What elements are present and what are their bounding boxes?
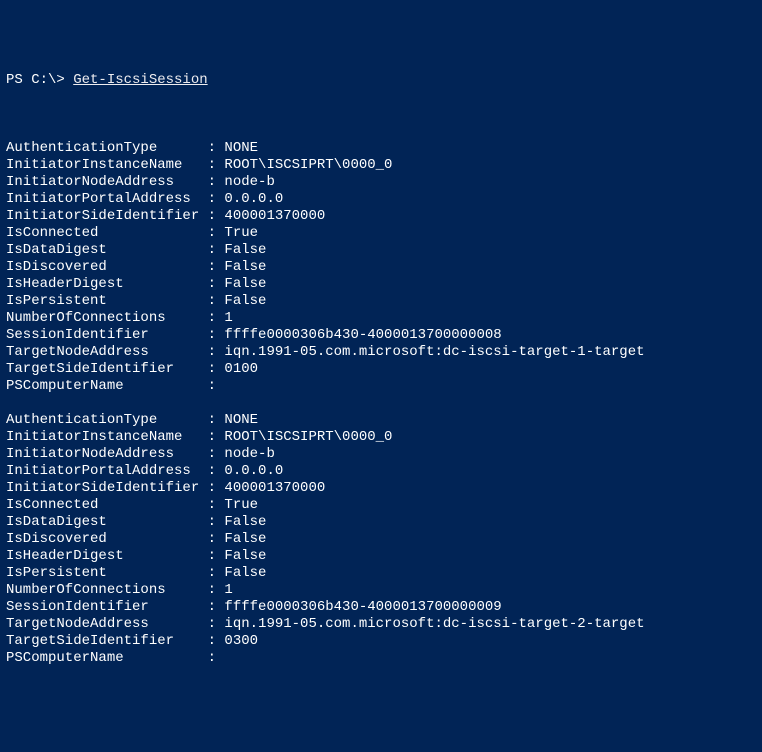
prompt-line[interactable]: PS C:\> Get-IscsiSession <box>6 72 756 89</box>
command-text: Get-IscsiSession <box>73 72 207 88</box>
prompt-prefix: PS C:\> <box>6 72 73 88</box>
output-block: AuthenticationType : NONE InitiatorInsta… <box>6 106 756 667</box>
